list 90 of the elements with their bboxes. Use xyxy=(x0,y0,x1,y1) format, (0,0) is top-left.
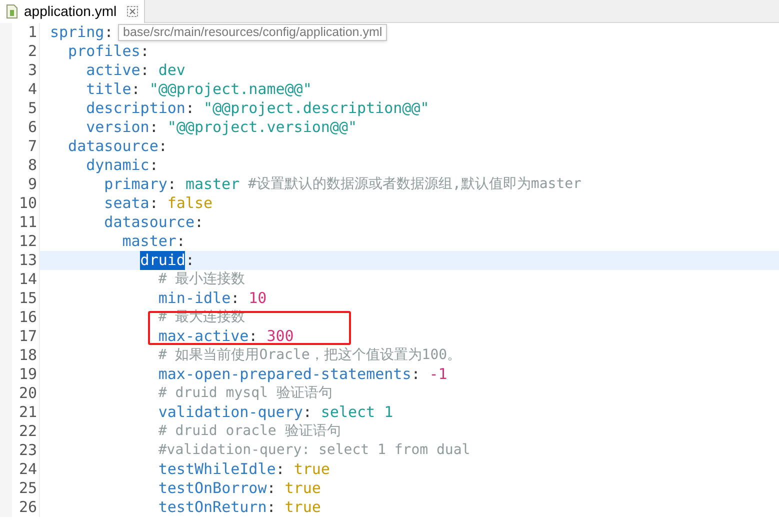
yaml-comment: #validation-query: select 1 from dual xyxy=(158,441,470,460)
line-number: 1 xyxy=(28,23,37,42)
colon: : xyxy=(131,80,140,99)
yaml-key: master xyxy=(122,232,176,251)
yaml-value: 10 xyxy=(248,289,267,308)
yaml-value: "@@project.description@@" xyxy=(204,99,430,118)
yaml-value: dev xyxy=(158,61,186,80)
yaml-key: seata xyxy=(104,194,150,213)
yaml-key: druid xyxy=(140,251,186,270)
tab-label: application.yml xyxy=(24,2,117,21)
yaml-key: dynamic xyxy=(86,156,150,175)
line-number: 21 xyxy=(18,403,37,422)
yaml-value: select 1 xyxy=(320,403,394,422)
yaml-value: -1 xyxy=(429,365,448,384)
yaml-value: false xyxy=(167,194,213,213)
line-number: 5 xyxy=(28,99,37,118)
colon: : xyxy=(276,460,285,479)
colon: : xyxy=(140,42,150,61)
line-number: 11 xyxy=(18,213,37,232)
yaml-value: master xyxy=(185,175,240,194)
line-number: 3 xyxy=(28,61,37,80)
yaml-key: testOnReturn xyxy=(158,498,267,517)
line-number: 26 xyxy=(18,498,37,517)
line-number: 8 xyxy=(28,156,37,175)
line-number: 23 xyxy=(18,441,37,460)
line-number: 17 xyxy=(18,327,37,346)
colon: : xyxy=(149,156,158,175)
line-number: 10 xyxy=(18,194,37,213)
line-number: 13 xyxy=(18,251,37,270)
line-number: 7 xyxy=(28,137,37,156)
line-number: 4 xyxy=(28,80,37,99)
tooltip: base/src/main/resources/config/application.yml xyxy=(118,24,388,41)
yaml-comment: # druid mysql 验证语句 xyxy=(158,384,332,403)
colon: : xyxy=(149,194,158,213)
line-number: 15 xyxy=(18,289,37,308)
yaml-value: true xyxy=(294,460,330,479)
yaml-value: true xyxy=(284,498,321,517)
colon: : xyxy=(167,175,176,194)
yaml-comment: # 如果当前使用Oracle，把这个值设置为100。 xyxy=(158,346,462,365)
yaml-comment: # 最小连接数 xyxy=(158,270,246,289)
colon: : xyxy=(266,498,276,517)
yaml-key: datasource xyxy=(68,137,158,156)
yaml-value: "@@project.version@@" xyxy=(167,118,358,137)
yaml-key: datasource xyxy=(104,213,194,232)
line-number: 25 xyxy=(18,479,37,498)
yaml-key: testWhileIdle xyxy=(158,460,276,479)
line-number: 24 xyxy=(18,460,37,479)
yaml-key: primary xyxy=(104,175,168,194)
yaml-comment: # druid oracle 验证语句 xyxy=(158,422,341,441)
yaml-value: "@@project.name@@" xyxy=(149,80,312,99)
colon: : xyxy=(185,99,194,118)
colon: : xyxy=(266,479,276,498)
line-number: 16 xyxy=(18,308,37,327)
yaml-key: testOnBorrow xyxy=(158,479,267,498)
line-number: 19 xyxy=(18,365,37,384)
colon: : xyxy=(248,327,258,346)
colon: : xyxy=(230,289,240,308)
colon: : xyxy=(302,403,312,422)
line-number: 22 xyxy=(18,422,37,441)
line-number: 12 xyxy=(18,232,37,251)
colon: : xyxy=(176,232,186,251)
colon: : xyxy=(185,251,194,270)
yaml-key: spring xyxy=(50,23,104,42)
yaml-key: profiles xyxy=(68,42,140,61)
line-number: 6 xyxy=(28,118,37,137)
colon: : xyxy=(194,213,204,232)
line-number: 14 xyxy=(18,270,37,289)
colon: : xyxy=(411,365,420,384)
colon: : xyxy=(140,61,150,80)
yaml-key: description xyxy=(86,99,186,118)
colon: : xyxy=(158,137,168,156)
colon: : xyxy=(149,118,158,137)
yaml-comment: #设置默认的数据源或者数据源组,默认值即为master xyxy=(248,175,582,194)
yaml-key: version xyxy=(86,118,150,137)
yaml-key: max-active xyxy=(158,327,249,346)
line-number: 18 xyxy=(18,346,37,365)
yaml-value: true xyxy=(284,479,321,498)
yaml-key: active xyxy=(86,61,140,80)
colon: : xyxy=(104,23,114,42)
yaml-value: 300 xyxy=(266,327,294,346)
yaml-key: min-idle xyxy=(158,289,231,308)
line-number: 9 xyxy=(28,175,37,194)
file-icon xyxy=(6,4,18,19)
line-number: 20 xyxy=(18,384,37,403)
yaml-key: validation-query xyxy=(158,403,303,422)
yaml-key: max-open-prepared-statements xyxy=(158,365,412,384)
editor-tab[interactable]: application.yml xyxy=(0,0,145,23)
yaml-key: title xyxy=(86,80,132,99)
close-icon[interactable] xyxy=(126,6,138,17)
line-number: 2 xyxy=(28,42,37,61)
